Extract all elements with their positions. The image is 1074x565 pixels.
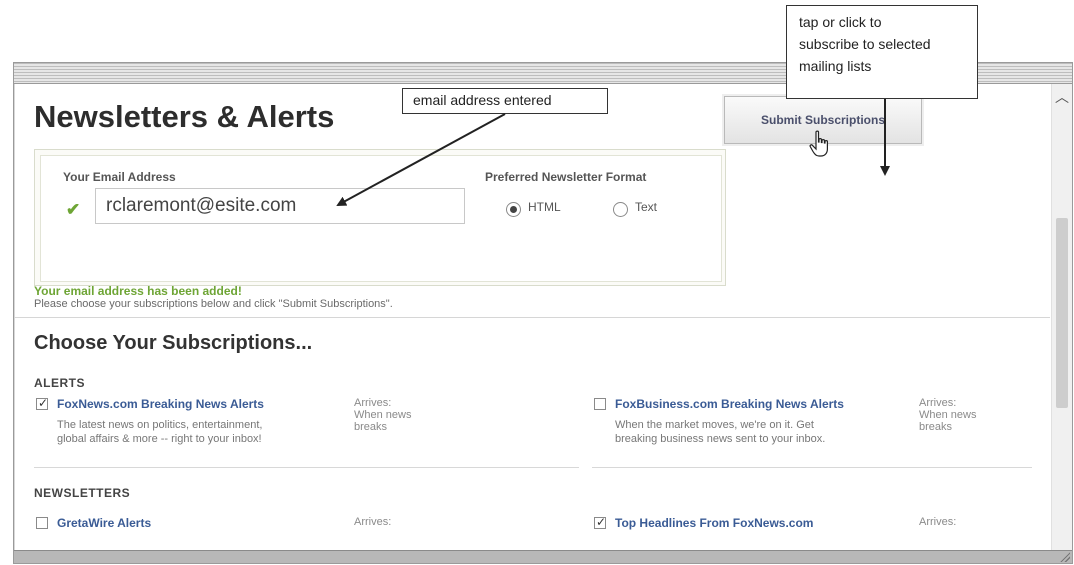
scroll-thumb[interactable] [1056,218,1068,408]
instructions-text: Please choose your subscriptions below a… [34,298,393,310]
email-field[interactable] [95,188,465,224]
callout-submit-line2: subscribe to selected [799,36,931,52]
alert-rule-right [592,467,1032,468]
alert-desc-foxbusiness-line1: When the market moves, we're on it. Get [615,419,814,431]
text-radio-label: Text [635,200,658,214]
alert-desc-foxnews-line2: global affairs & more -- right to your i… [57,433,262,445]
callout-email-entered: email address entered [402,88,608,114]
format-label: Preferred Newsletter Format [485,170,647,184]
callout-submit-line3: mailing lists [799,58,872,74]
alert-title-foxnews[interactable]: FoxNews.com Breaking News Alerts [57,397,264,411]
scroll-up-icon[interactable]: ︿ [1052,88,1072,106]
alert-title-foxbusiness[interactable]: FoxBusiness.com Breaking News Alerts [615,397,844,411]
alerts-label: ALERTS [34,376,85,390]
alert-arrives-foxnews-line1: Arrives: [354,397,392,409]
callout-submit: tap or click to subscribe to selected ma… [786,5,978,99]
alert-checkbox-foxbusiness[interactable] [594,398,606,410]
subscriptions-title: Choose Your Subscriptions... [34,332,313,354]
html-radio[interactable] [506,202,521,217]
alert-checkbox-foxnews[interactable] [36,396,48,410]
green-checkmark-icon: ✔ [66,200,81,219]
section-divider [14,317,1050,318]
resize-grip-icon[interactable] [1060,552,1070,562]
newsletter-checkbox-gretawire[interactable] [36,517,48,529]
alert-arrives-foxbusiness-line3: breaks [919,421,953,433]
newsletter-arrives-top-headlines: Arrives: [919,516,957,528]
alert-arrives-foxbusiness-line2: When news [919,409,977,421]
alert-arrives-foxnews-line2: When news [354,409,412,421]
alert-arrives-foxnews-line3: breaks [354,421,388,433]
alert-arrives-foxbusiness-line1: Arrives: [919,397,957,409]
newsletter-arrives-gretawire: Arrives: [354,516,392,528]
alert-desc-foxbusiness-line2: breaking business news sent to your inbo… [615,433,826,445]
alert-rule-left [34,467,579,468]
window-bottom-bar [14,550,1072,563]
page-title: Newsletters & Alerts [34,99,335,134]
text-radio[interactable] [613,202,628,217]
alert-desc-foxnews-line1: The latest news on politics, entertainme… [57,419,263,431]
callout-submit-line1: tap or click to [799,14,882,30]
email-label: Your Email Address [63,170,176,184]
page-content: Newsletters & Alerts Your Email Address … [14,84,1050,550]
email-panel: Your Email Address ✔ Preferred Newslette… [34,149,726,286]
success-message: Your email address has been added! [34,284,242,298]
newsletter-title-top-headlines[interactable]: Top Headlines From FoxNews.com [615,516,813,530]
hand-pointer-icon [809,130,828,157]
email-panel-inner: Your Email Address ✔ Preferred Newslette… [40,155,722,282]
html-radio-label: HTML [528,200,561,214]
newsletter-checkbox-top-headlines[interactable] [594,515,606,529]
newsletter-title-gretawire[interactable]: GretaWire Alerts [57,516,151,530]
vertical-scrollbar[interactable]: ︿ [1051,84,1072,550]
newsletters-label: NEWSLETTERS [34,486,131,500]
